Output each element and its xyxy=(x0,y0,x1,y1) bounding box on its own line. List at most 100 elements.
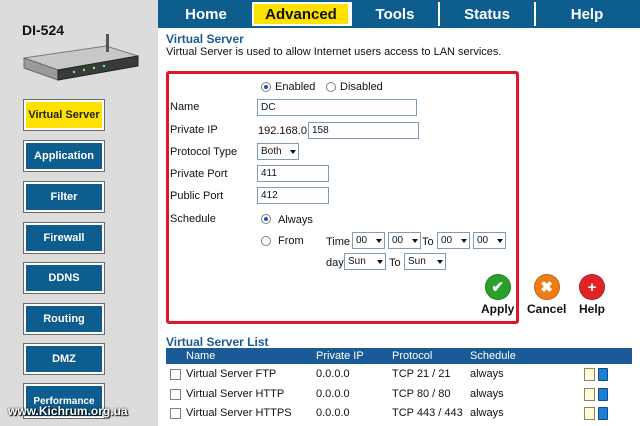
router-admin-page: DI-524 Virtual Server Application Filter… xyxy=(0,0,640,426)
watermark: www.Kichrum.org.ua xyxy=(8,404,128,418)
help-button[interactable]: + Help xyxy=(579,274,605,316)
from-minute-select[interactable]: 00 xyxy=(388,232,421,249)
private-port-label: Private Port xyxy=(170,168,228,180)
sidebar-item-label: Routing xyxy=(43,313,85,325)
row-ip: 0.0.0.0 xyxy=(316,407,350,419)
enabled-radio[interactable] xyxy=(261,82,271,92)
protocol-value: Both xyxy=(261,146,282,157)
always-label: Always xyxy=(278,214,313,226)
trash-icon[interactable] xyxy=(598,407,608,420)
sidebar-item-routing[interactable]: Routing xyxy=(24,304,104,334)
sidebar-item-label: DDNS xyxy=(48,272,80,284)
sidebar-item-ddns[interactable]: DDNS xyxy=(24,263,104,293)
sidebar: DI-524 Virtual Server Application Filter… xyxy=(0,0,158,426)
sidebar-item-label: Firewall xyxy=(43,232,85,244)
row-protocol: TCP 443 / 443 xyxy=(392,407,463,419)
cancel-x-icon: ✖ xyxy=(533,274,560,300)
to-day-select[interactable]: Sun xyxy=(404,253,446,270)
row-schedule: always xyxy=(470,388,504,400)
row-protocol: TCP 80 / 80 xyxy=(392,388,451,400)
from-hour-select[interactable]: 00 xyxy=(352,232,385,249)
chevron-down-icon xyxy=(437,260,443,264)
list-title: Virtual Server List xyxy=(166,335,269,349)
row-checkbox[interactable] xyxy=(170,408,181,419)
row-checkbox[interactable] xyxy=(170,389,181,400)
from-minute-value: 00 xyxy=(392,235,404,246)
tab-label: Advanced xyxy=(265,5,337,23)
sidebar-item-label: Filter xyxy=(50,191,78,203)
from-day-select[interactable]: Sun xyxy=(344,253,386,270)
sidebar-item-filter[interactable]: Filter xyxy=(24,182,104,212)
col-private-ip: Private IP xyxy=(316,350,364,362)
row-schedule: always xyxy=(470,407,504,419)
from-radio[interactable] xyxy=(261,236,271,246)
tab-status[interactable]: Status xyxy=(438,2,534,26)
trash-icon[interactable] xyxy=(598,368,608,381)
name-input[interactable] xyxy=(257,99,417,116)
trash-icon[interactable] xyxy=(598,388,608,401)
from-hour-value: 00 xyxy=(356,235,368,246)
row-protocol: TCP 21 / 21 xyxy=(392,368,451,380)
edit-icon[interactable] xyxy=(584,368,595,381)
schedule-label: Schedule xyxy=(170,213,216,225)
col-schedule: Schedule xyxy=(470,350,516,362)
cancel-button[interactable]: ✖ Cancel xyxy=(527,274,566,316)
from-label: From xyxy=(278,235,304,247)
table-row: Virtual Server HTTP 0.0.0.0 TCP 80 / 80 … xyxy=(166,386,632,404)
enabled-label: Enabled xyxy=(275,81,316,93)
tab-help[interactable]: Help xyxy=(534,2,638,26)
row-name: Virtual Server HTTP xyxy=(186,388,285,400)
col-protocol: Protocol xyxy=(392,350,433,362)
apply-button[interactable]: ✔ Apply xyxy=(481,274,514,316)
table-row: Virtual Server HTTPS 0.0.0.0 TCP 443 / 4… xyxy=(166,405,632,423)
private-port-input[interactable] xyxy=(257,165,329,182)
private-ip-label: Private IP xyxy=(170,124,218,136)
from-day-value: Sun xyxy=(348,256,366,267)
disabled-radio[interactable] xyxy=(326,82,336,92)
apply-label: Apply xyxy=(481,302,515,316)
cancel-label: Cancel xyxy=(527,302,567,316)
sidebar-item-label: DMZ xyxy=(52,353,76,365)
disabled-label: Disabled xyxy=(340,81,383,93)
chevron-down-icon xyxy=(497,239,503,243)
to-minute-select[interactable]: 00 xyxy=(473,232,506,249)
tab-advanced[interactable]: Advanced xyxy=(252,2,350,26)
to-minute-value: 00 xyxy=(477,235,489,246)
tab-label: Status xyxy=(464,5,510,23)
to-hour-value: 00 xyxy=(441,235,453,246)
col-name: Name xyxy=(186,350,216,362)
day-to-label: To xyxy=(389,257,401,269)
tab-label: Tools xyxy=(375,5,415,23)
sidebar-item-virtual-server[interactable]: Virtual Server xyxy=(24,100,104,130)
row-checkbox[interactable] xyxy=(170,369,181,380)
row-name: Virtual Server HTTPS xyxy=(186,407,292,419)
chevron-down-icon xyxy=(412,239,418,243)
tab-home[interactable]: Home xyxy=(160,2,252,26)
protocol-select[interactable]: Both xyxy=(257,143,299,160)
router-device-image xyxy=(23,34,139,81)
row-ip: 0.0.0.0 xyxy=(316,388,350,400)
chevron-down-icon xyxy=(461,239,467,243)
section-description: Virtual Server is used to allow Internet… xyxy=(166,46,502,58)
tab-tools[interactable]: Tools xyxy=(350,2,438,26)
row-schedule: always xyxy=(470,368,504,380)
sidebar-item-dmz[interactable]: DMZ xyxy=(24,344,104,374)
private-ip-input[interactable] xyxy=(308,122,419,139)
sidebar-item-firewall[interactable]: Firewall xyxy=(24,223,104,253)
tab-label: Help xyxy=(570,5,604,23)
public-port-input[interactable] xyxy=(257,187,329,204)
table-row: Virtual Server FTP 0.0.0.0 TCP 21 / 21 a… xyxy=(166,366,632,384)
plus-icon: + xyxy=(579,274,605,300)
chevron-down-icon xyxy=(290,150,296,154)
checkmark-icon: ✔ xyxy=(484,274,511,300)
sidebar-item-application[interactable]: Application xyxy=(24,141,104,171)
sidebar-item-label: Application xyxy=(34,150,94,162)
always-radio[interactable] xyxy=(261,214,271,224)
sidebar-item-label: Virtual Server xyxy=(28,109,100,121)
time-label: Time xyxy=(326,236,351,248)
edit-icon[interactable] xyxy=(584,388,595,401)
name-label: Name xyxy=(170,101,200,113)
to-hour-select[interactable]: 00 xyxy=(437,232,470,249)
day-label: day xyxy=(326,257,344,269)
edit-icon[interactable] xyxy=(584,407,595,420)
